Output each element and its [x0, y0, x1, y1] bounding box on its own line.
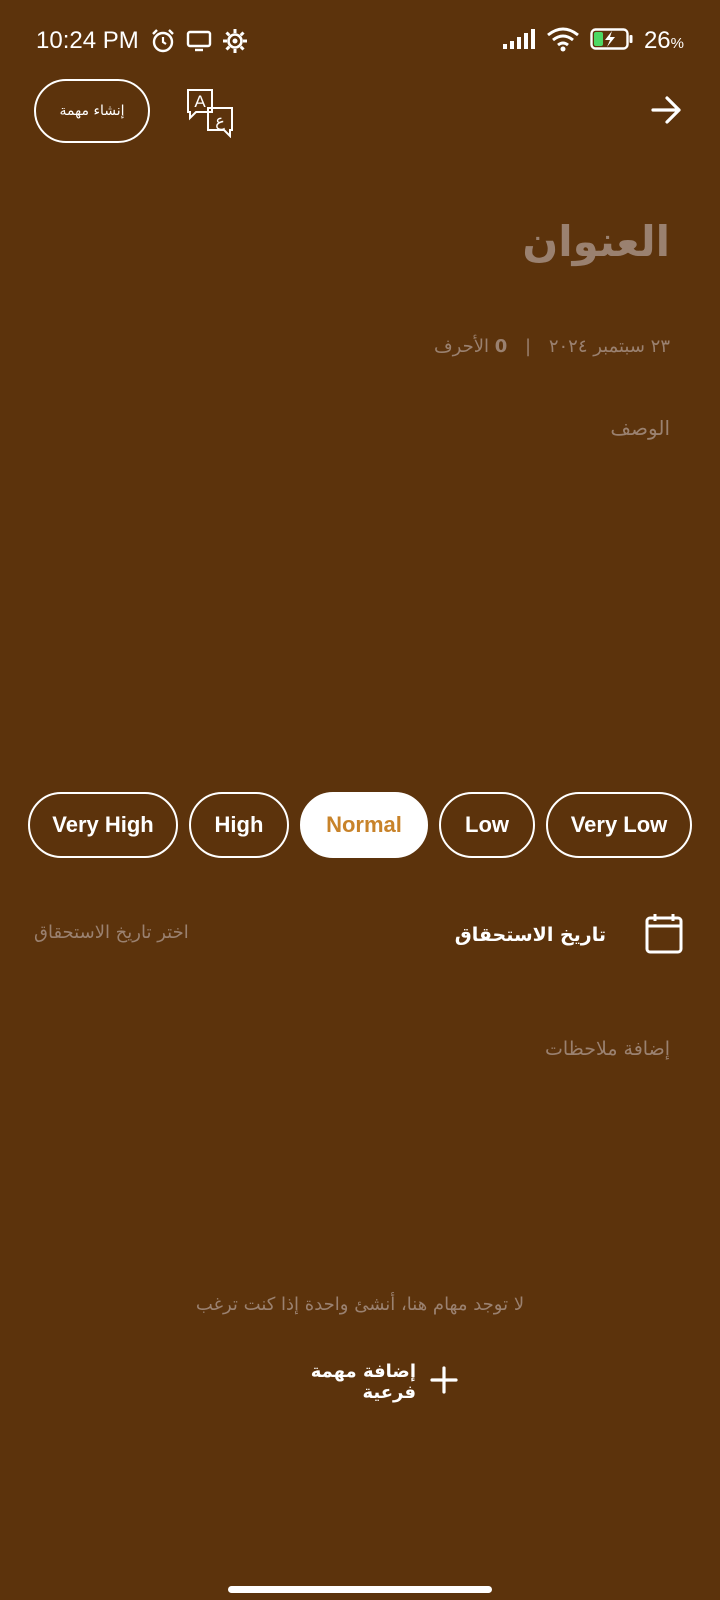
task-date: ٢٣ سبتمبر ٢٠٢٤: [548, 336, 670, 357]
alarm-icon: [150, 28, 176, 58]
settings-gear-icon: [222, 28, 248, 58]
add-subtask-label: إضافة مهمة فرعية: [310, 1361, 416, 1403]
task-meta: ٢٣ سبتمبر ٢٠٢٤ | 0 الأحرف: [434, 332, 670, 362]
battery-percent-unit: %: [670, 35, 684, 52]
priority-normal[interactable]: Normal: [300, 792, 428, 858]
subtasks-empty-message: لا توجد مهام هنا، أنشئ واحدة إذا كنت ترغ…: [195, 1294, 525, 1315]
arrow-right-icon[interactable]: [651, 95, 683, 129]
battery-percent-value: 26: [643, 27, 671, 54]
battery-percent: 26%: [644, 27, 684, 55]
battery-charging-icon: [590, 27, 634, 55]
priority-selector: Very High High Normal Low Very Low: [28, 792, 692, 858]
title-input[interactable]: العنوان: [522, 212, 670, 272]
home-indicator[interactable]: [228, 1586, 492, 1593]
screen-cast-icon: [186, 29, 212, 57]
status-time: 10:24 PM: [36, 27, 139, 54]
add-subtask-button[interactable]: إضافة مهمة فرعية: [258, 1361, 458, 1403]
char-unit: الأحرف: [434, 336, 489, 357]
plus-icon: [430, 1366, 458, 1398]
description-input[interactable]: الوصف: [610, 413, 670, 443]
due-date-label[interactable]: تاريخ الاستحقاق: [455, 920, 606, 950]
status-icons-right: 26%: [502, 26, 684, 56]
priority-very-high[interactable]: Very High: [28, 792, 178, 858]
status-icons-left: [150, 28, 248, 58]
wifi-icon: [546, 26, 580, 56]
meta-separator: |: [525, 336, 532, 357]
due-date-picker[interactable]: اختر تاريخ الاستحقاق: [34, 918, 189, 948]
svg-text:A: A: [194, 92, 206, 111]
svg-text:ع: ع: [215, 111, 225, 131]
create-task-button[interactable]: إنشاء مهمة: [34, 79, 150, 143]
calendar-icon[interactable]: [645, 912, 683, 958]
notes-input[interactable]: إضافة ملاحظات: [545, 1034, 670, 1064]
priority-very-low[interactable]: Very Low: [546, 792, 692, 858]
signal-icon: [502, 28, 536, 54]
char-count: 0: [494, 336, 508, 357]
priority-low[interactable]: Low: [439, 792, 535, 858]
priority-high[interactable]: High: [189, 792, 289, 858]
translate-icon[interactable]: A ع: [186, 88, 234, 142]
